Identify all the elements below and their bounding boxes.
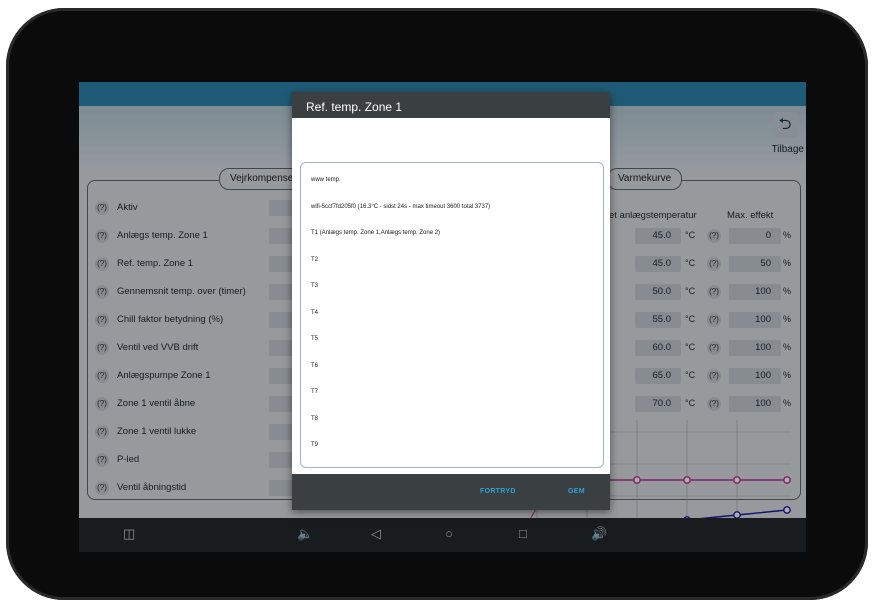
sensor-option[interactable]: T2 <box>311 257 318 263</box>
ref-temp-dialog: Ref. temp. Zone 1 www temp. wifi-5ccf7fd2… <box>292 92 610 510</box>
screen: ⮌ Tilbage Vejrkompensering (?) Aktiv (?) An… <box>79 82 806 552</box>
dialog-title: Ref. temp. Zone 1 <box>292 92 610 118</box>
sensor-option[interactable]: T7 <box>311 389 318 395</box>
sensor-option[interactable]: T1 (Anlægs temp. Zone 1,Anlægs temp. Zon… <box>311 230 440 236</box>
cancel-button[interactable]: FORTRYD <box>480 488 516 495</box>
sensor-option[interactable]: T9 <box>311 442 318 448</box>
sensor-option[interactable]: T6 <box>311 363 318 369</box>
sensor-option[interactable]: T4 <box>311 310 318 316</box>
sensor-option[interactable]: T8 <box>311 416 318 422</box>
sensor-option-list: www temp. wifi-5ccf7fd205f0 (16.3°C - sid… <box>300 162 604 468</box>
sensor-option[interactable]: www temp. <box>311 177 341 183</box>
dialog-actions: FORTRYD GEM <box>292 474 610 510</box>
sensor-option[interactable]: wifi-5ccf7fd205f0 (16.3°C - sidst 24s - … <box>311 204 490 210</box>
tablet-frame: ⮌ Tilbage Vejrkompensering (?) Aktiv (?) An… <box>6 8 868 600</box>
sensor-option[interactable]: T3 <box>311 283 318 289</box>
sensor-option[interactable]: T5 <box>311 336 318 342</box>
save-button[interactable]: GEM <box>568 488 585 495</box>
